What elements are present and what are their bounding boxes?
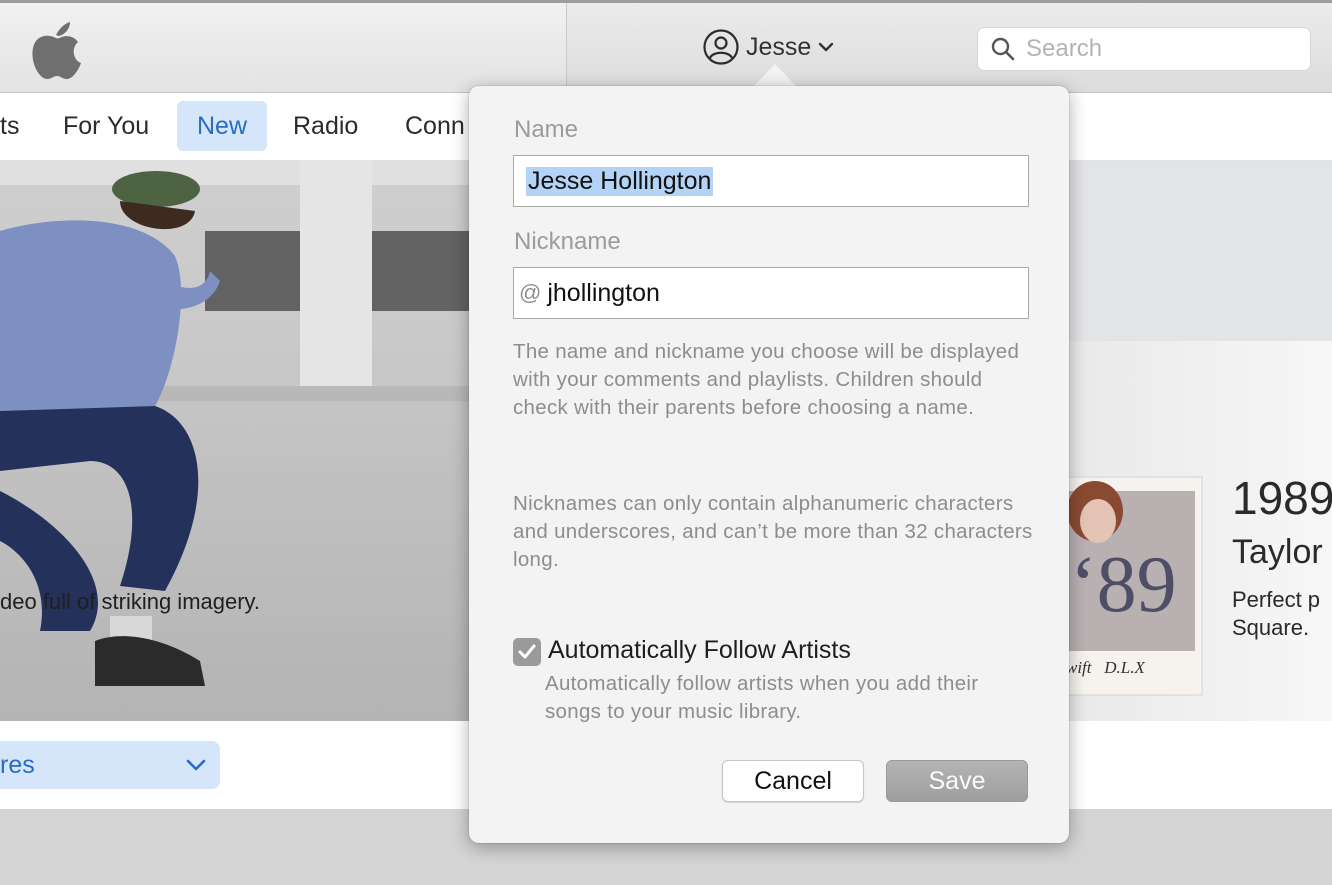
name-label: Name [514,116,579,143]
nav-item-radio[interactable]: Radio [293,101,358,151]
name-field[interactable]: Jesse Hollington [513,155,1029,207]
follow-artists-label[interactable]: Automatically Follow Artists [548,636,851,665]
apple-logo-icon [32,22,81,79]
album-cover-text: wift D.L.X [1066,658,1145,677]
chevron-down-icon [186,759,206,771]
album-title[interactable]: 1989 [1232,471,1332,525]
genres-dropdown[interactable]: res [0,741,220,789]
cancel-button[interactable]: Cancel [722,760,864,802]
popover-arrow [753,64,797,87]
follow-artists-checkbox[interactable] [513,638,541,666]
search-icon [991,37,1015,61]
nickname-field[interactable]: @ jhollington [513,267,1029,319]
album-description: Perfect p Square. [1232,587,1321,640]
hero-caption: deo full of striking imagery. [0,589,261,614]
account-popover: Name Jesse Hollington Nickname @ jhollin… [469,86,1069,843]
checkmark-icon [518,644,536,659]
nav-item-charts[interactable]: ts [0,101,19,151]
nav-item-new[interactable]: New [177,101,268,151]
toolbar-left-pane [0,3,567,92]
search-box[interactable] [977,27,1311,71]
nav-item-for-you[interactable]: For You [63,101,149,151]
name-help-text: The name and nickname you choose will be… [513,340,1020,419]
svg-text:‘89: ‘89 [1070,541,1177,629]
save-button[interactable]: Save [886,760,1028,802]
person-circle-icon [703,29,739,65]
follow-artists-description: Automatically follow artists when you ad… [545,672,979,723]
toolbar: Jesse [0,0,1332,93]
album-artist[interactable]: Taylor [1232,533,1323,572]
nav-item-connect[interactable]: Conn [405,101,465,151]
nickname-rules-text: Nicknames can only contain alphanumeric … [513,492,1033,571]
name-value: Jesse Hollington [526,166,714,196]
genres-label: res [0,750,35,779]
search-input[interactable] [1026,35,1296,63]
account-name: Jesse [746,32,812,61]
nickname-label: Nickname [514,228,621,255]
chevron-down-icon [819,42,834,52]
account-menu-button[interactable]: Jesse [703,28,834,66]
nickname-at-prefix: @ [519,280,542,305]
nickname-value: jhollington [547,278,660,307]
